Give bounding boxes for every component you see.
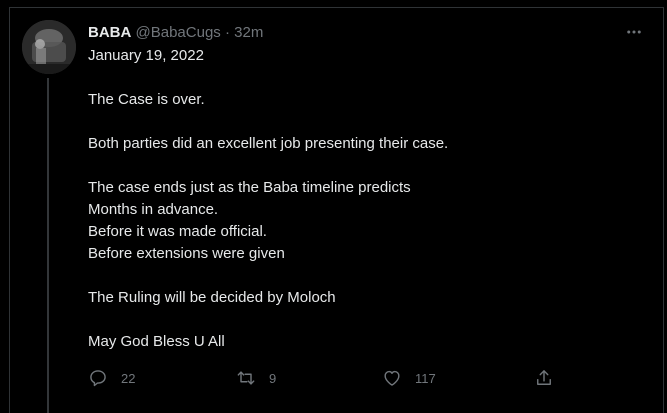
- tweet-line: Both parties did an excellent job presen…: [88, 135, 449, 152]
- retweet-count: 9: [269, 370, 277, 386]
- tweet-line: [88, 111, 628, 133]
- like-count: 117: [415, 370, 436, 386]
- reply-count: 22: [121, 370, 136, 386]
- retweet-icon: [237, 371, 255, 385]
- tweet-line: Before it was made official.: [88, 223, 267, 240]
- tweet-line: The case ends just as the Baba timeline …: [88, 179, 411, 196]
- tweet-line: The Case is over.: [88, 91, 205, 108]
- avatar-image: [22, 20, 76, 74]
- tweet-actions: 22 9 117: [88, 366, 568, 390]
- thread-line: [47, 78, 49, 413]
- tweet-timestamp[interactable]: 32m: [234, 24, 263, 41]
- separator-dot: ·: [224, 24, 230, 41]
- more-horizontal-icon: [627, 30, 641, 34]
- retweet-button[interactable]: 9: [236, 366, 276, 390]
- top-strip: [0, 0, 667, 7]
- tweet-line: [88, 265, 628, 287]
- reply-icon: [90, 370, 106, 387]
- heart-icon: [384, 370, 400, 386]
- tweet-line: May God Bless U All: [88, 333, 225, 350]
- like-button[interactable]: 117: [382, 366, 436, 390]
- tweet-text: January 19, 2022 The Case is over. Both …: [88, 45, 628, 353]
- display-name[interactable]: BABA: [88, 24, 131, 41]
- tweet-line: [88, 155, 628, 177]
- tweet-line: Months in advance.: [88, 201, 219, 218]
- tweet-line: The Ruling will be decided by Moloch: [88, 289, 336, 306]
- share-button[interactable]: [534, 366, 554, 390]
- tweet-line: [88, 67, 628, 89]
- avatar[interactable]: [22, 20, 76, 74]
- tweet-header: BABA @BabaCugs · 32m: [88, 23, 263, 43]
- tweet-line: January 19, 2022: [88, 47, 204, 64]
- reply-button[interactable]: 22: [88, 366, 135, 390]
- user-handle[interactable]: @BabaCugs: [136, 24, 221, 41]
- tweet-line: [88, 309, 628, 331]
- share-icon: [537, 370, 551, 385]
- tweet-line: Before extensions were given: [88, 245, 285, 262]
- more-button[interactable]: [622, 22, 646, 42]
